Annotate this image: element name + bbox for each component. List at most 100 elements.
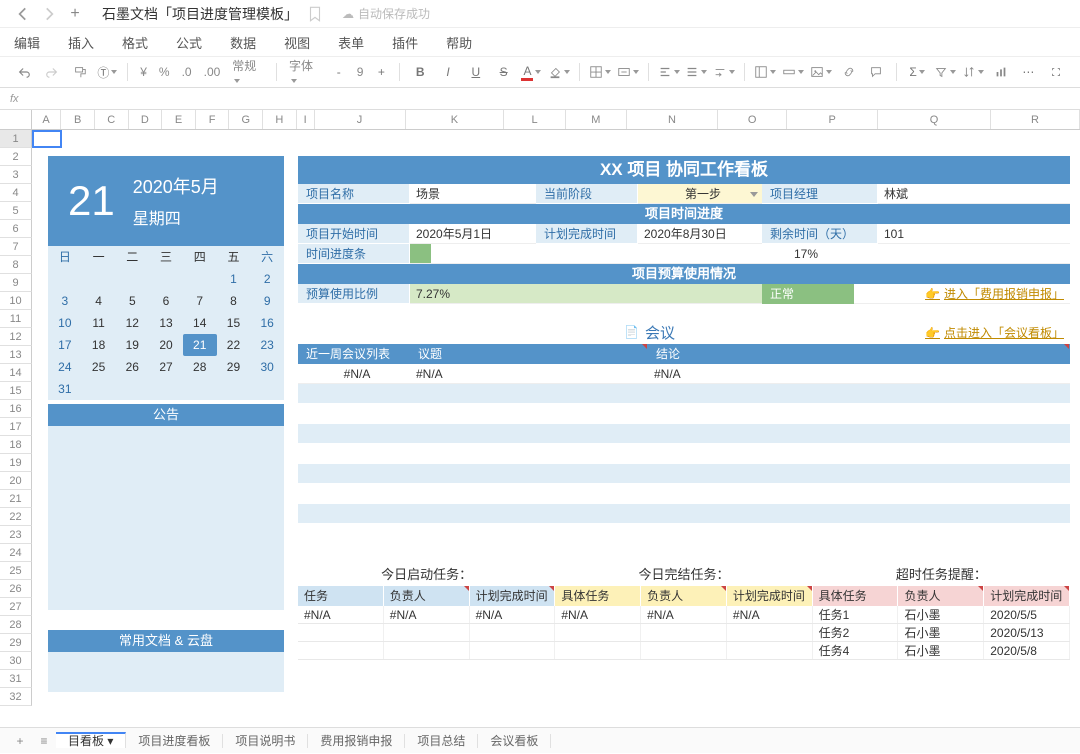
comment-button[interactable] bbox=[864, 60, 888, 84]
task-cell[interactable]: #N/A bbox=[555, 606, 641, 623]
row-headers[interactable]: 1234567891011121314151617181920212223242… bbox=[0, 130, 32, 706]
calendar-day[interactable]: 18 bbox=[82, 334, 116, 356]
task-cell[interactable] bbox=[555, 624, 641, 641]
link-button[interactable] bbox=[837, 60, 861, 84]
strike-button[interactable]: S bbox=[492, 60, 516, 84]
row-16[interactable]: 16 bbox=[0, 400, 32, 418]
task-cell[interactable]: 任务4 bbox=[813, 642, 899, 659]
task-cell[interactable]: #N/A bbox=[384, 606, 470, 623]
row-11[interactable]: 11 bbox=[0, 310, 32, 328]
col-J[interactable]: J bbox=[315, 110, 406, 129]
sheet-tab-4[interactable]: 项目总结 bbox=[405, 734, 478, 748]
bookmark-icon[interactable] bbox=[306, 5, 324, 23]
new-tab-button[interactable]: + bbox=[66, 5, 84, 23]
col-P[interactable]: P bbox=[787, 110, 878, 129]
calendar-day[interactable]: 7 bbox=[183, 290, 217, 312]
image-button[interactable] bbox=[809, 60, 833, 84]
col-G[interactable]: G bbox=[229, 110, 263, 129]
calendar-day[interactable]: 26 bbox=[115, 356, 149, 378]
calendar-day[interactable]: 12 bbox=[115, 312, 149, 334]
col-K[interactable]: K bbox=[406, 110, 505, 129]
row-25[interactable]: 25 bbox=[0, 562, 32, 580]
sum-button[interactable]: Σ bbox=[905, 60, 929, 84]
row-19[interactable]: 19 bbox=[0, 454, 32, 472]
calendar-day[interactable]: 9 bbox=[250, 290, 284, 312]
row-30[interactable]: 30 bbox=[0, 652, 32, 670]
meeting-cell-1[interactable]: #N/A bbox=[410, 364, 648, 384]
grid-body[interactable]: 21 2020年5月 星期四 日一二三四五六 12345678910111213… bbox=[32, 130, 1080, 727]
col-N[interactable]: N bbox=[627, 110, 718, 129]
nav-back-button[interactable] bbox=[14, 5, 32, 23]
calendar-day[interactable]: 3 bbox=[48, 290, 82, 312]
row-27[interactable]: 27 bbox=[0, 598, 32, 616]
task-cell[interactable] bbox=[470, 624, 556, 641]
calendar-day[interactable]: 23 bbox=[250, 334, 284, 356]
halign-button[interactable] bbox=[657, 60, 681, 84]
calendar-day[interactable] bbox=[149, 378, 183, 400]
task-cell[interactable] bbox=[298, 642, 384, 659]
task-row[interactable]: 任务4石小墨2020/5/8 bbox=[298, 642, 1070, 660]
row-9[interactable]: 9 bbox=[0, 274, 32, 292]
undo-button[interactable] bbox=[12, 60, 36, 84]
task-cell[interactable] bbox=[470, 642, 556, 659]
sheet-tab-2[interactable]: 项目说明书 bbox=[223, 734, 308, 748]
percent-button[interactable]: % bbox=[155, 65, 174, 79]
col-F[interactable]: F bbox=[196, 110, 230, 129]
number-format-dropdown[interactable]: 常规 bbox=[228, 57, 268, 88]
row-15[interactable]: 15 bbox=[0, 382, 32, 400]
calendar-day[interactable]: 24 bbox=[48, 356, 82, 378]
task-cell[interactable] bbox=[384, 624, 470, 641]
value-remain[interactable]: 101 bbox=[878, 224, 1070, 244]
value-project-name[interactable]: 场景 bbox=[410, 184, 536, 204]
calendar-day[interactable]: 10 bbox=[48, 312, 82, 334]
col-E[interactable]: E bbox=[162, 110, 196, 129]
row-2[interactable]: 2 bbox=[0, 148, 32, 166]
sheet-tab-0[interactable]: 目看板 ▾ bbox=[56, 732, 126, 748]
calendar-day[interactable]: 17 bbox=[48, 334, 82, 356]
task-row[interactable]: #N/A#N/A#N/A#N/A#N/A#N/A任务1石小墨2020/5/5 bbox=[298, 606, 1070, 624]
calendar-day[interactable] bbox=[82, 378, 116, 400]
calendar-day[interactable]: 31 bbox=[48, 378, 82, 400]
link-meeting-board[interactable]: 👉点击进入「会议看板」 bbox=[925, 324, 1070, 341]
borders-button[interactable] bbox=[588, 60, 612, 84]
row-22[interactable]: 22 bbox=[0, 508, 32, 526]
row-23[interactable]: 23 bbox=[0, 526, 32, 544]
value-current-phase[interactable]: 第一步 bbox=[638, 184, 762, 204]
sheet-tab-3[interactable]: 费用报销申报 bbox=[308, 734, 405, 748]
row-4[interactable]: 4 bbox=[0, 184, 32, 202]
italic-button[interactable]: I bbox=[436, 60, 460, 84]
row-12[interactable]: 12 bbox=[0, 328, 32, 346]
sheet-tab-1[interactable]: 项目进度看板 bbox=[126, 734, 223, 748]
font-size-input[interactable]: 9 bbox=[353, 65, 368, 79]
nav-forward-button[interactable] bbox=[40, 5, 58, 23]
calendar-day[interactable] bbox=[115, 378, 149, 400]
calendar-day[interactable]: 16 bbox=[250, 312, 284, 334]
calendar-day[interactable]: 11 bbox=[82, 312, 116, 334]
calendar-day[interactable]: 19 bbox=[115, 334, 149, 356]
calendar-day[interactable] bbox=[217, 378, 251, 400]
row-20[interactable]: 20 bbox=[0, 472, 32, 490]
row-31[interactable]: 31 bbox=[0, 670, 32, 688]
task-cell[interactable]: #N/A bbox=[470, 606, 556, 623]
row-6[interactable]: 6 bbox=[0, 220, 32, 238]
col-B[interactable]: B bbox=[61, 110, 95, 129]
task-cell[interactable] bbox=[641, 624, 727, 641]
calendar-day[interactable]: 20 bbox=[149, 334, 183, 356]
task-cell[interactable]: 任务1 bbox=[813, 606, 899, 623]
menu-4[interactable]: 数据 bbox=[230, 33, 256, 52]
menu-2[interactable]: 格式 bbox=[122, 33, 148, 52]
currency-button[interactable]: ¥ bbox=[136, 65, 151, 79]
calendar-day[interactable]: 22 bbox=[217, 334, 251, 356]
calendar-day[interactable]: 5 bbox=[115, 290, 149, 312]
calendar-day[interactable]: 1 bbox=[217, 268, 251, 290]
formula-bar[interactable]: fx bbox=[0, 88, 1080, 110]
col-L[interactable]: L bbox=[504, 110, 565, 129]
filter-button[interactable] bbox=[933, 60, 957, 84]
value-start[interactable]: 2020年5月1日 bbox=[410, 224, 536, 244]
task-cell[interactable] bbox=[727, 624, 813, 641]
task-cell[interactable] bbox=[384, 642, 470, 659]
row-7[interactable]: 7 bbox=[0, 238, 32, 256]
calendar-day[interactable]: 29 bbox=[217, 356, 251, 378]
calendar-day[interactable] bbox=[115, 268, 149, 290]
calendar-day[interactable] bbox=[149, 268, 183, 290]
